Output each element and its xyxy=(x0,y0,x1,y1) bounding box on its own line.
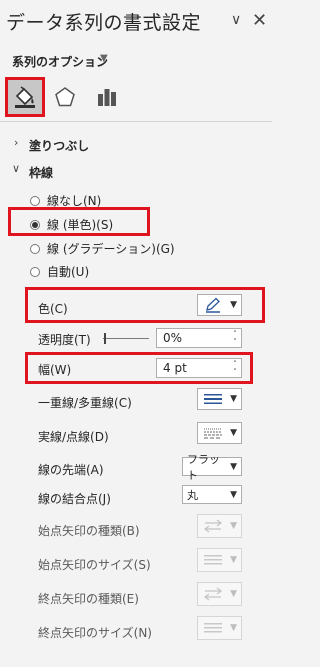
fill-tab-highlight xyxy=(5,77,45,117)
color-highlight xyxy=(25,287,265,323)
begin-arrow-type-button[interactable]: ▼ xyxy=(197,514,242,538)
divider xyxy=(0,121,272,122)
arrow-size-icon xyxy=(204,623,222,633)
transparency-value[interactable]: 0% xyxy=(163,331,182,345)
pane-menu-chevron-icon[interactable]: ∨ xyxy=(231,12,241,28)
caret-down-icon: ▼ xyxy=(230,589,237,599)
arrow-size-icon xyxy=(204,555,222,565)
join-type-select[interactable]: 丸 ▼ xyxy=(182,485,242,504)
pane-title: データ系列の書式設定 xyxy=(6,12,202,34)
radio-label: 線 (グラデーション)(G) xyxy=(47,242,175,256)
compound-type-button[interactable]: ▼ xyxy=(197,388,242,410)
caret-down-icon: ▼ xyxy=(230,555,237,565)
arrow-type-icon xyxy=(204,587,222,601)
join-label: 線の結合点(J) xyxy=(38,492,111,506)
cap-type-select[interactable]: フラット ▼ xyxy=(182,453,242,482)
end-arrow-size-label: 終点矢印のサイズ(N) xyxy=(38,626,152,640)
cap-label: 線の先端(A) xyxy=(38,463,104,477)
chevron-down-icon[interactable]: ∨ xyxy=(12,162,20,175)
transparency-slider-track[interactable] xyxy=(103,338,149,339)
compound-lines-icon xyxy=(204,394,222,404)
spinner-arrows-icon[interactable]: ˄ ˅ xyxy=(229,330,241,346)
caret-down-icon: ▼ xyxy=(230,428,237,438)
transparency-spinner[interactable]: 0% ˄ ˅ xyxy=(156,328,242,348)
end-arrow-type-label: 終点矢印の種類(E) xyxy=(38,592,139,606)
close-icon[interactable]: ✕ xyxy=(252,10,267,31)
radio-button[interactable] xyxy=(30,266,40,277)
join-value: 丸 xyxy=(187,488,198,502)
transparency-label: 透明度(T) xyxy=(38,333,91,347)
cap-value: フラット xyxy=(187,452,220,482)
radio-button[interactable] xyxy=(30,243,40,254)
caret-down-icon: ▼ xyxy=(230,623,237,633)
caret-down-icon: ▼ xyxy=(230,461,237,472)
caret-down-icon: ▼ xyxy=(230,394,237,404)
arrow-type-icon xyxy=(204,519,222,533)
dash-type-button[interactable]: ▼ xyxy=(197,422,242,444)
end-arrow-size-button[interactable]: ▼ xyxy=(197,616,242,640)
width-highlight xyxy=(25,352,253,384)
end-arrow-type-button[interactable]: ▼ xyxy=(197,582,242,606)
transparency-slider-thumb[interactable] xyxy=(104,333,106,344)
bar-chart-icon xyxy=(98,89,116,106)
radio-gradient-line[interactable]: 線 (グラデーション)(G) xyxy=(30,240,175,257)
radio-auto[interactable]: 自動(U) xyxy=(30,263,89,280)
compound-label: 一重線/多重線(C) xyxy=(38,396,132,410)
begin-arrow-size-button[interactable]: ▼ xyxy=(197,548,242,572)
caret-down-icon: ▼ xyxy=(230,489,237,500)
pentagon-icon xyxy=(55,87,75,107)
chevron-right-icon[interactable]: › xyxy=(14,136,18,149)
caret-down-icon: ▼ xyxy=(230,521,237,531)
fill-section-header[interactable]: 塗りつぶし xyxy=(29,137,89,154)
dash-lines-icon xyxy=(204,428,222,439)
line-section-header[interactable]: 枠線 xyxy=(29,164,53,181)
series-options-dropdown[interactable]: 系列のオプション xyxy=(12,53,108,70)
chevron-down-icon[interactable]: ▼ xyxy=(100,53,108,64)
dash-label: 実線/点線(D) xyxy=(38,430,109,444)
begin-arrow-size-label: 始点矢印のサイズ(S) xyxy=(38,558,151,572)
begin-arrow-type-label: 始点矢印の種類(B) xyxy=(38,524,140,538)
series-options-tab[interactable] xyxy=(90,80,124,114)
radio-label: 自動(U) xyxy=(47,265,90,279)
radio-button[interactable] xyxy=(30,195,40,206)
solid-line-highlight xyxy=(8,207,150,236)
effects-tab[interactable] xyxy=(48,80,82,114)
